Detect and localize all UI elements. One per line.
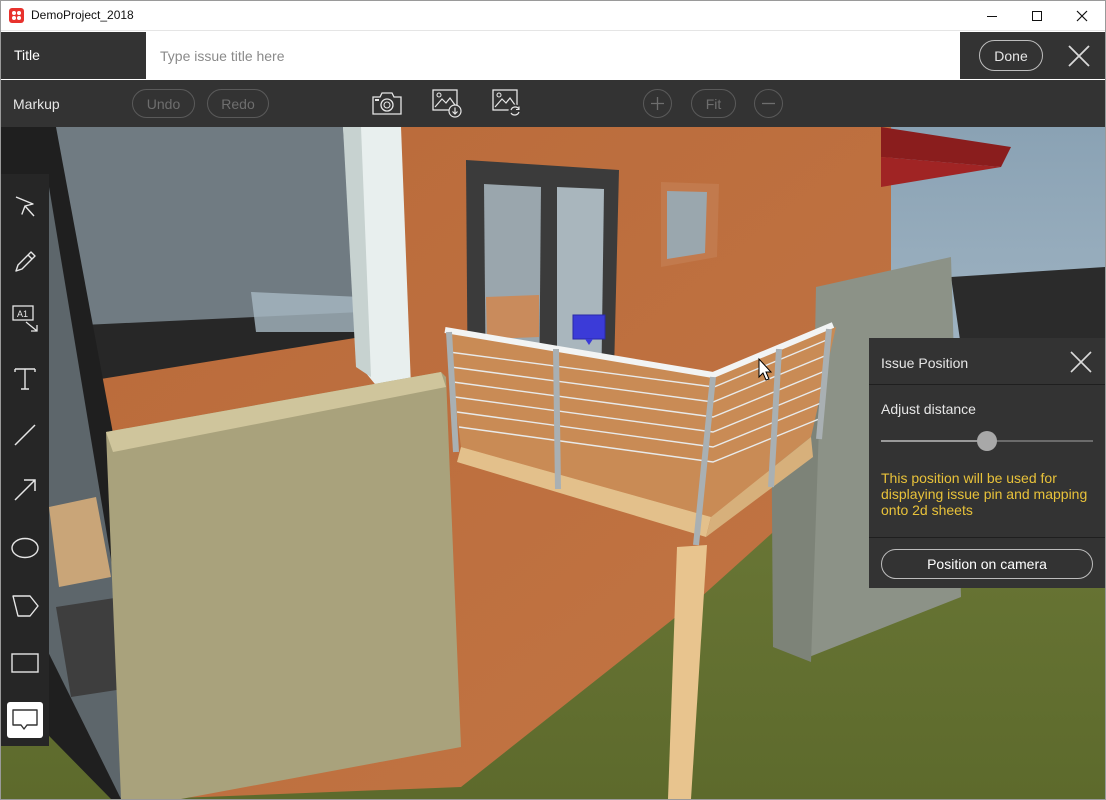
rectangle-tool[interactable] [7,645,43,681]
select-tool[interactable] [7,188,43,224]
text-icon [14,368,36,390]
comment-tool[interactable] [7,702,43,738]
zoom-out-button[interactable] [754,89,783,118]
label-a1-icon: A1 [12,305,38,332]
window-title: DemoProject_2018 [31,8,134,22]
markup-tools-bar: A1 [1,174,49,746]
minimize-button[interactable] [969,0,1015,31]
camera-button[interactable] [370,86,404,120]
undo-button[interactable]: Undo [132,89,195,118]
arrow-tool[interactable] [7,472,43,508]
svg-text:A1: A1 [17,309,28,319]
camera-icon [372,92,402,115]
close-icon [1076,10,1088,21]
position-on-camera-button[interactable]: Position on camera [881,549,1093,579]
pencil-tool[interactable] [7,244,43,280]
title-label: Title [14,47,40,63]
position-note: This position will be used for displayin… [881,470,1088,518]
minimize-icon [987,15,997,17]
zoom-in-button[interactable] [643,89,672,118]
image-download-icon [432,89,462,118]
panel-title: Issue Position [881,355,969,371]
ellipse-tool[interactable] [7,530,43,566]
window-titlebar: DemoProject_2018 [0,0,1106,31]
maximize-icon [1032,10,1042,21]
panel-close-button[interactable] [1068,349,1094,375]
cursor-arrow-icon [15,196,35,217]
distance-slider-thumb[interactable] [977,431,997,451]
image-refresh-icon [492,89,522,118]
label-tool[interactable]: A1 [7,300,43,336]
distance-slider-fill [881,440,987,442]
issue-position-panel: Issue Position Adjust distance This posi… [869,338,1105,588]
markup-toolbar: Markup Undo Redo Fit [1,80,1105,127]
divider [869,537,1105,538]
speech-bubble-icon [12,709,38,730]
text-tool[interactable] [7,360,43,396]
app-logo-icon [9,8,24,23]
maximize-button[interactable] [1014,0,1060,31]
title-row: Title Done [1,32,1105,79]
close-icon [1070,351,1092,373]
zoom-out-icon [762,102,775,105]
rectangle-icon [11,653,39,673]
arrow-icon [14,479,36,501]
adjust-distance-label: Adjust distance [881,401,976,417]
polygon-tool[interactable] [7,588,43,624]
markup-label: Markup [13,96,60,112]
image-refresh-button[interactable] [490,86,524,120]
line-icon [14,424,36,446]
redo-button[interactable]: Redo [207,89,269,118]
pentagon-icon [12,595,39,617]
close-issue-button[interactable] [1065,42,1093,70]
panel-header: Issue Position [869,338,1105,385]
issue-title-input[interactable] [146,32,960,79]
fit-button[interactable]: Fit [691,89,736,118]
close-icon [1068,45,1090,67]
done-button[interactable]: Done [979,40,1043,71]
image-download-button[interactable] [430,86,464,120]
line-tool[interactable] [7,417,43,453]
ellipse-icon [11,537,39,559]
zoom-in-icon [651,97,664,110]
window-close-button[interactable] [1059,0,1105,31]
pencil-icon [15,251,36,272]
